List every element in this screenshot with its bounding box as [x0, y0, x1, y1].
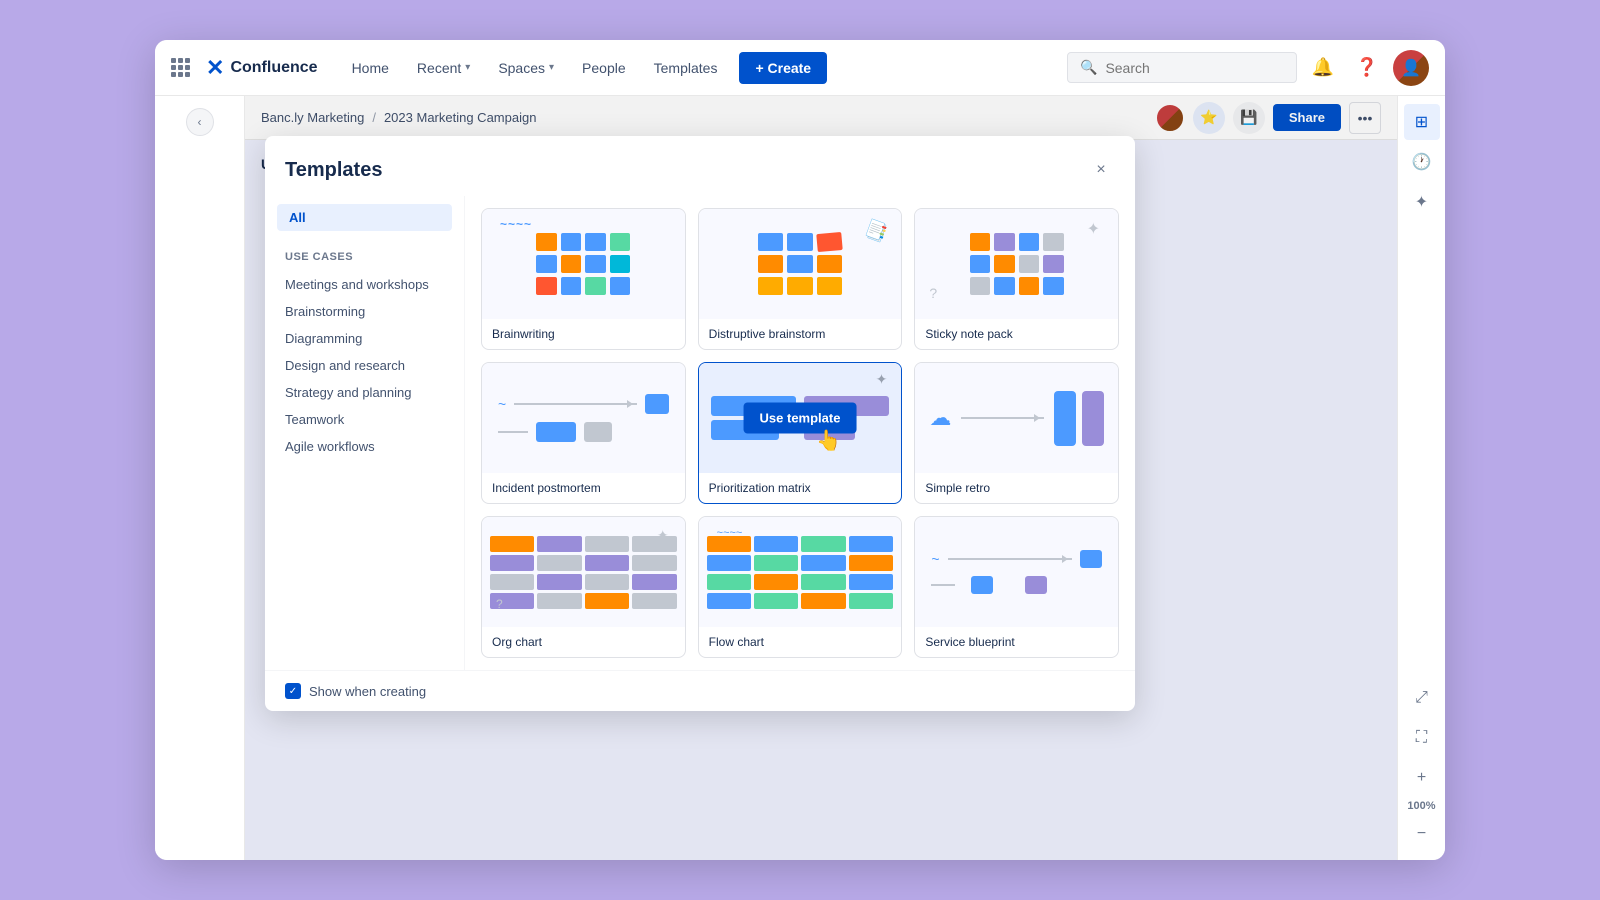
- nav-templates[interactable]: Templates: [644, 54, 728, 82]
- search-icon: 🔍: [1080, 59, 1097, 76]
- template-service-blueprint[interactable]: ~: [914, 516, 1119, 658]
- filter-teamwork[interactable]: Teamwork: [277, 406, 452, 433]
- prioritization-label: Prioritization matrix: [699, 473, 902, 503]
- sidebar-collapse-button[interactable]: ‹: [186, 108, 214, 136]
- panel-body: All USE CASES Meetings and workshops Bra…: [265, 196, 1135, 670]
- nav-people[interactable]: People: [572, 54, 636, 82]
- clock-icon[interactable]: 🕐: [1404, 144, 1440, 180]
- filter-all[interactable]: All: [277, 204, 452, 231]
- zoom-level: 100%: [1407, 800, 1435, 812]
- filter-strategy[interactable]: Strategy and planning: [277, 379, 452, 406]
- apps-grid-icon[interactable]: [171, 58, 190, 77]
- sticky-note-thumb: ✦ ?: [915, 209, 1118, 319]
- nav-recent[interactable]: Recent ▾: [407, 54, 480, 82]
- fullscreen-icon[interactable]: ⛶: [1404, 720, 1440, 756]
- sticky-note-label: Sticky note pack: [915, 319, 1118, 349]
- search-box[interactable]: 🔍: [1067, 52, 1297, 83]
- nav-spaces[interactable]: Spaces ▾: [488, 54, 564, 82]
- template-prioritization[interactable]: ✦: [698, 362, 903, 504]
- cursor-icon: 👆: [816, 428, 841, 453]
- incident-label: Incident postmortem: [482, 473, 685, 503]
- distruptive-thumb: 📑: [699, 209, 902, 319]
- incident-thumb: ~: [482, 363, 685, 473]
- filter-design-research[interactable]: Design and research: [277, 352, 452, 379]
- template-brainwriting[interactable]: ~~~~ Brainwriting: [481, 208, 686, 350]
- topnav: ✕ Confluence Home Recent ▾ Spaces ▾ Peop…: [155, 40, 1445, 96]
- templates-grid: ~~~~ Brainwriting: [465, 196, 1135, 670]
- nav-home[interactable]: Home: [342, 54, 399, 82]
- filter-meetings[interactable]: Meetings and workshops: [277, 271, 452, 298]
- brainwriting-label: Brainwriting: [482, 319, 685, 349]
- template-distruptive[interactable]: 📑 Distruptive brainstorm: [698, 208, 903, 350]
- service-blueprint-thumb: ~: [915, 517, 1118, 627]
- create-button[interactable]: + Create: [739, 52, 827, 84]
- notifications-icon[interactable]: 🔔: [1305, 50, 1341, 86]
- avatar[interactable]: 👤: [1393, 50, 1429, 86]
- flow-chart-thumb: ~~~~: [699, 517, 902, 627]
- brainwriting-thumb: ~~~~: [482, 209, 685, 319]
- panel-title: Templates: [285, 159, 382, 182]
- use-cases-section-label: USE CASES: [277, 247, 452, 267]
- template-incident[interactable]: ~: [481, 362, 686, 504]
- zoom-in-button[interactable]: +: [1404, 760, 1440, 796]
- template-flow-chart[interactable]: ~~~~: [698, 516, 903, 658]
- logo-icon: ✕: [206, 57, 224, 79]
- filter-sidebar: All USE CASES Meetings and workshops Bra…: [265, 196, 465, 670]
- flow-chart-label: Flow chart: [699, 627, 902, 657]
- service-blueprint-label: Service blueprint: [915, 627, 1118, 657]
- simple-retro-label: Simple retro: [915, 473, 1118, 503]
- prioritization-thumb: ✦: [699, 363, 902, 473]
- table-icon[interactable]: ⊞: [1404, 104, 1440, 140]
- left-sidebar: ‹: [155, 96, 245, 860]
- help-icon[interactable]: ❓: [1349, 50, 1385, 86]
- distruptive-label: Distruptive brainstorm: [699, 319, 902, 349]
- panel-footer: ✓ Show when creating: [265, 670, 1135, 711]
- org-chart-thumb: ✦ ?: [482, 517, 685, 627]
- template-sticky-note[interactable]: ✦ ? Sticky note pack: [914, 208, 1119, 350]
- filter-agile[interactable]: Agile workflows: [277, 433, 452, 460]
- template-org-chart[interactable]: ✦ ?: [481, 516, 686, 658]
- zoom-out-button[interactable]: −: [1404, 816, 1440, 852]
- modal-overlay: Templates × All USE CASES Meetings and w…: [245, 96, 1397, 860]
- chevron-down-icon: ▾: [549, 62, 554, 73]
- logo[interactable]: ✕ Confluence: [206, 57, 318, 79]
- show-when-creating-label: Show when creating: [309, 684, 426, 699]
- fit-screen-icon[interactable]: ⤢: [1404, 680, 1440, 716]
- filter-brainstorming[interactable]: Brainstorming: [277, 298, 452, 325]
- main-whiteboard: Banc.ly Marketing / 2023 Marketing Campa…: [245, 96, 1397, 860]
- logo-text: Confluence: [230, 59, 317, 77]
- show-when-creating-checkbox[interactable]: ✓: [285, 683, 301, 699]
- org-chart-label: Org chart: [482, 627, 685, 657]
- templates-panel: Templates × All USE CASES Meetings and w…: [265, 136, 1135, 711]
- magic-icon[interactable]: ✦: [1404, 184, 1440, 220]
- simple-retro-thumb: ☁: [915, 363, 1118, 473]
- chevron-down-icon: ▾: [465, 62, 470, 73]
- template-simple-retro[interactable]: ☁ Simple retro: [914, 362, 1119, 504]
- panel-header: Templates ×: [265, 136, 1135, 196]
- search-input[interactable]: [1105, 60, 1284, 76]
- close-button[interactable]: ×: [1087, 156, 1115, 184]
- filter-diagramming[interactable]: Diagramming: [277, 325, 452, 352]
- right-panel: ⊞ 🕐 ✦ ⤢ ⛶ + 100% −: [1397, 96, 1445, 860]
- content-area: ‹ Banc.ly Marketing / 2023 Marketing Cam…: [155, 96, 1445, 860]
